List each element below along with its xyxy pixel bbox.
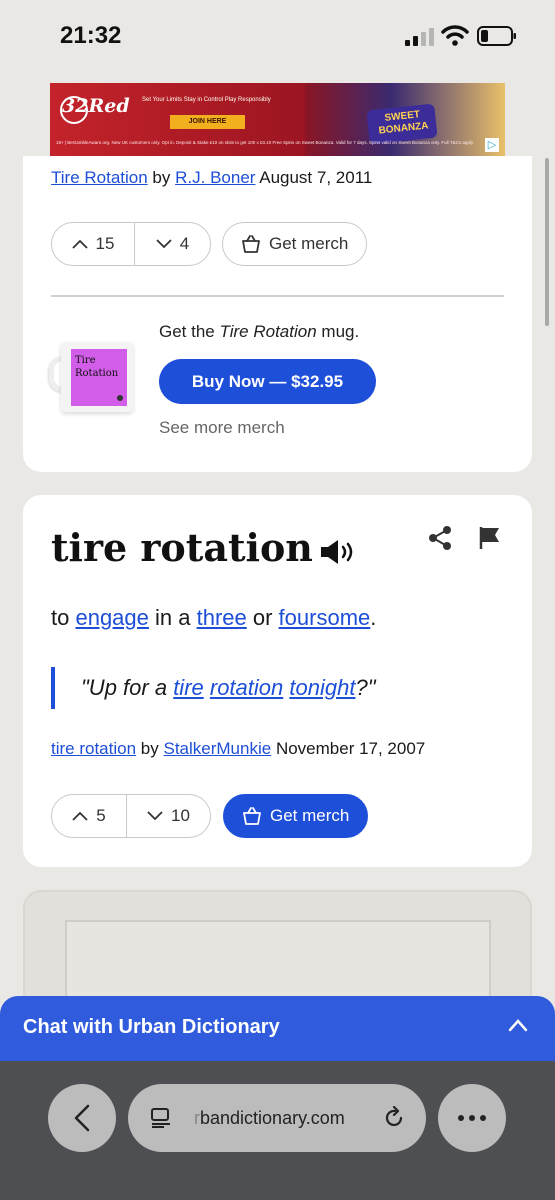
merch-title: Get the Tire Rotation mug. (159, 322, 359, 342)
definition-card-previous: Tire Rotation by R.J. Boner August 7, 20… (23, 156, 532, 472)
browser-toolbar: rbandictionary.com (0, 1061, 555, 1200)
example-text: "Up for a (81, 675, 174, 700)
mug-text-line1: Tire (75, 355, 96, 366)
signal-icon (405, 28, 434, 46)
back-arrow-icon (74, 1104, 90, 1132)
chevron-up-icon (72, 811, 88, 821)
upvote-button[interactable]: 15 (52, 223, 135, 265)
meaning-text: in a (148, 605, 197, 630)
meaning-link-foursome[interactable]: foursome (279, 605, 371, 630)
mug-text: Tire Rotation (75, 354, 118, 380)
byline-date: November 17, 2007 (275, 739, 426, 758)
meaning-text: to (51, 605, 76, 630)
back-button[interactable] (48, 1084, 116, 1152)
chat-bar[interactable]: Chat with Urban Dictionary (0, 996, 555, 1061)
byline-by: by (152, 168, 171, 187)
definition-meaning: to engage in a three or foursome. (51, 605, 376, 631)
tabs-icon[interactable] (150, 1108, 172, 1128)
get-merch-button[interactable]: Get merch (223, 794, 369, 838)
address-bar[interactable]: rbandictionary.com (128, 1084, 426, 1152)
example-link-tire[interactable]: tire (173, 675, 204, 700)
byline-word-link[interactable]: Tire Rotation (51, 168, 148, 187)
ad-fine-print: 18+ | BeGambleAware.org. New UK customer… (56, 140, 475, 145)
byline-date: August 7, 2011 (259, 168, 373, 187)
byline: tire rotation by StalkerMunkie November … (51, 739, 425, 759)
mug-text-line2: Rotation (75, 368, 119, 379)
scrollbar[interactable] (545, 158, 549, 326)
mug-logo-dot (117, 395, 123, 401)
definition-card: tire rotation to engage in a three or fo… (23, 495, 532, 867)
more-icon (458, 1115, 464, 1121)
wifi-icon (441, 25, 469, 46)
battery-icon (477, 26, 516, 46)
merch-prefix: Get the (159, 322, 215, 341)
meaning-link-three[interactable]: three (197, 605, 247, 630)
example-link-rotation[interactable]: rotation (210, 675, 283, 700)
mug-image[interactable]: Tire Rotation (49, 342, 135, 414)
downvote-button[interactable]: 10 (127, 795, 210, 837)
chevron-down-icon (156, 239, 172, 249)
downvote-button[interactable]: 4 (135, 223, 210, 265)
chevron-up-icon (71, 239, 88, 249)
chevron-down-icon (147, 811, 163, 821)
buy-now-button[interactable]: Buy Now — $32.95 (159, 359, 376, 404)
status-time: 21:32 (60, 22, 122, 49)
ad-banner[interactable]: 32Red Set Your Limits Stay in Control Pl… (50, 83, 505, 156)
upvote-button[interactable]: 5 (52, 795, 127, 837)
url-text: rbandictionary.com (194, 1108, 345, 1129)
definition-example: "Up for a tire rotation tonight?" (51, 667, 376, 709)
byline-author-link[interactable]: StalkerMunkie (163, 739, 271, 758)
chevron-up-icon[interactable] (508, 1018, 528, 1032)
byline: Tire Rotation by R.J. Boner August 7, 20… (51, 168, 372, 188)
word-title[interactable]: tire rotation (51, 525, 313, 570)
status-bar: 21:32 (0, 0, 555, 76)
shopping-bag-icon (243, 807, 261, 825)
get-merch-label: Get merch (270, 806, 350, 825)
url-domain: bandictionary.com (200, 1108, 345, 1128)
speaker-icon[interactable] (319, 538, 355, 566)
get-merch-label: Get merch (269, 234, 349, 253)
downvote-count: 10 (171, 806, 190, 825)
ad-logo: 32Red (62, 95, 130, 117)
more-icon (469, 1115, 475, 1121)
reload-icon[interactable] (382, 1106, 406, 1130)
merch-suffix: mug. (321, 322, 360, 341)
example-text: ?" (355, 675, 376, 700)
meaning-text: . (370, 605, 377, 630)
more-button[interactable] (438, 1084, 506, 1152)
meaning-link-engage[interactable]: engage (75, 605, 148, 630)
more-icon (480, 1115, 486, 1121)
upvote-count: 5 (96, 806, 106, 825)
meaning-text: or (246, 605, 279, 630)
vote-group: 5 10 (51, 794, 211, 838)
upvote-count: 15 (95, 234, 115, 253)
see-more-merch-link[interactable]: See more merch (159, 418, 285, 438)
share-icon[interactable] (428, 525, 452, 551)
byline-author-link[interactable]: R.J. Boner (175, 168, 255, 187)
vote-group: 15 4 (51, 222, 211, 266)
ad-join-button[interactable]: JOIN HERE (170, 115, 245, 129)
divider (51, 295, 504, 297)
byline-by: by (140, 739, 159, 758)
downvote-count: 4 (179, 234, 190, 253)
flag-icon[interactable] (478, 526, 502, 550)
get-merch-button[interactable]: Get merch (222, 222, 368, 266)
ad-tagline: Set Your Limits Stay in Control Play Res… (142, 97, 271, 103)
byline-word-link[interactable]: tire rotation (51, 739, 136, 758)
example-link-tonight[interactable]: tonight (289, 675, 355, 700)
merch-word: Tire Rotation (219, 322, 317, 341)
ad-choices-icon[interactable]: ▷ (485, 138, 499, 152)
chat-label: Chat with Urban Dictionary (23, 1016, 280, 1038)
shopping-bag-icon (242, 235, 260, 253)
